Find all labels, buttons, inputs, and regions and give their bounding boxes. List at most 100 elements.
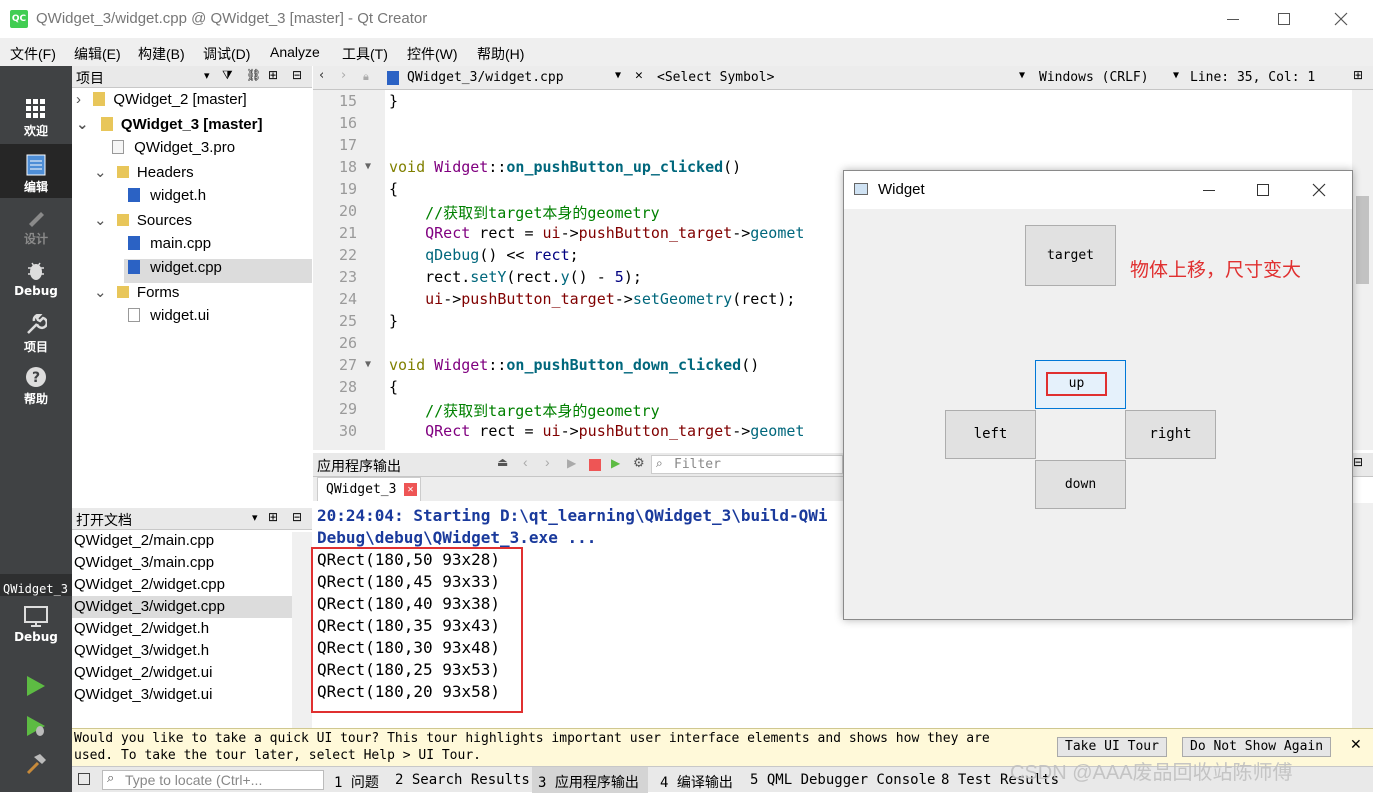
tree-item-main-cpp[interactable]: main.cpp	[128, 235, 211, 259]
close-tab-icon[interactable]: ✕	[404, 483, 417, 496]
menu-file[interactable]: 文件(F)	[10, 44, 56, 64]
settings-icon[interactable]: ⚙	[633, 455, 645, 471]
menu-edit[interactable]: 编辑(E)	[74, 44, 121, 64]
stop-icon[interactable]	[589, 459, 601, 471]
mode-design[interactable]: 设计	[0, 206, 72, 247]
kit-project-label[interactable]: QWidget_3	[3, 582, 68, 596]
folder-icon	[116, 214, 129, 226]
status-tab-app-output[interactable]: 3 应用程序输出	[538, 772, 639, 792]
take-tour-button[interactable]: Take UI Tour	[1057, 737, 1167, 757]
view-dropdown[interactable]: ▾	[252, 511, 258, 524]
open-doc-item[interactable]: QWidget_2/widget.cpp	[74, 576, 225, 598]
tree-item-label: widget.cpp	[150, 259, 222, 276]
open-doc-item[interactable]: QWidget_2/widget.h	[74, 620, 209, 642]
close-panel-icon[interactable]: ⊟	[1353, 455, 1363, 469]
mode-projects[interactable]: 项目	[0, 314, 72, 355]
tree-item-qwidget3[interactable]: ⌄ QWidget_3 [master]	[76, 115, 262, 139]
symbol-selector[interactable]: <Select Symbol>	[657, 70, 774, 85]
open-doc-item[interactable]: QWidget_3/widget.ui	[74, 686, 212, 708]
menu-help[interactable]: 帮助(H)	[477, 44, 524, 64]
next-icon[interactable]: ›	[545, 454, 550, 470]
scrollbar-thumb[interactable]	[1356, 196, 1369, 284]
prev-icon[interactable]: ‹	[523, 454, 528, 470]
target-button[interactable]: target	[1025, 225, 1116, 286]
up-button[interactable]: up	[1035, 360, 1126, 409]
locator-input[interactable]: ⌕ Type to locate (Ctrl+...	[102, 770, 324, 790]
svg-text:?: ?	[32, 370, 40, 386]
open-doc-item[interactable]: QWidget_2/main.cpp	[74, 532, 214, 554]
output-filter-input[interactable]: ⌕ Filter	[651, 455, 843, 474]
widget-maximize-button[interactable]	[1240, 171, 1286, 209]
kit-selector[interactable]: Debug	[0, 606, 72, 644]
cpp-file-icon	[128, 260, 140, 274]
mode-welcome[interactable]: 欢迎	[0, 98, 72, 139]
debug-run-button[interactable]	[24, 714, 48, 742]
back-icon[interactable]: ‹	[319, 68, 324, 83]
open-doc-item[interactable]: QWidget_3/widget.h	[74, 642, 209, 664]
file-dropdown-icon[interactable]: ▼	[615, 70, 621, 81]
status-tab-search-results[interactable]: 2 Search Results	[395, 772, 530, 788]
mode-debug[interactable]: Debug	[0, 260, 72, 298]
line-ending-dropdown-icon[interactable]: ▼	[1173, 70, 1179, 81]
close-panel-icon[interactable]: ⊟	[292, 68, 302, 82]
open-doc-item[interactable]: QWidget_3/main.cpp	[74, 554, 214, 576]
split-icon[interactable]: ⊞	[268, 68, 278, 82]
left-button[interactable]: left	[945, 410, 1036, 459]
build-button[interactable]	[24, 752, 48, 780]
menu-tools[interactable]: 工具(T)	[342, 44, 388, 64]
tree-item-widget-cpp[interactable]: widget.cpp	[128, 259, 222, 283]
down-button[interactable]: down	[1035, 460, 1126, 509]
close-file-icon[interactable]: ✕	[635, 68, 643, 83]
sidebar-toggle-icon[interactable]	[78, 773, 90, 785]
open-doc-item[interactable]: QWidget_2/widget.ui	[74, 664, 212, 686]
link-icon[interactable]: ⛓	[246, 68, 261, 82]
menu-build[interactable]: 构建(B)	[138, 44, 185, 64]
tree-item-sources[interactable]: ⌄ Sources	[94, 211, 192, 235]
open-docs-scrollbar[interactable]	[292, 532, 312, 728]
fold-marker-icon[interactable]: ▼	[365, 359, 371, 370]
debug-run-icon[interactable]: ▶	[611, 456, 620, 470]
minimize-button[interactable]	[1210, 0, 1256, 38]
cursor-position[interactable]: Line: 35, Col: 1	[1190, 70, 1315, 85]
symbol-dropdown-icon[interactable]: ▼	[1019, 70, 1025, 81]
open-doc-item-active[interactable]: QWidget_3/widget.cpp	[74, 598, 225, 620]
output-tab-qwidget3[interactable]: QWidget_3 ✕	[317, 477, 421, 501]
mode-help[interactable]: ? 帮助	[0, 366, 72, 407]
tree-item-widget-h[interactable]: widget.h	[128, 187, 206, 211]
run-button[interactable]	[24, 674, 48, 702]
right-button[interactable]: right	[1125, 410, 1216, 459]
mode-edit[interactable]: 编辑	[0, 154, 72, 195]
tree-item-widget-ui[interactable]: widget.ui	[128, 307, 209, 331]
lock-icon: 🔒︎	[363, 70, 369, 83]
filter-icon[interactable]: ⧩	[222, 68, 233, 83]
status-tab-compile-output[interactable]: 4 编译输出	[660, 772, 733, 792]
fold-marker-icon[interactable]: ▼	[365, 161, 371, 172]
line-ending-selector[interactable]: Windows (CRLF)	[1039, 70, 1149, 85]
menu-analyze[interactable]: Analyze	[270, 44, 320, 60]
widget-minimize-button[interactable]	[1186, 171, 1232, 209]
close-panel-icon[interactable]: ⊟	[292, 510, 302, 524]
close-tour-icon[interactable]: ✕	[1350, 737, 1362, 753]
run-icon[interactable]: ▶	[567, 456, 576, 470]
close-button[interactable]	[1318, 0, 1364, 38]
tree-item-headers[interactable]: ⌄ Headers	[94, 163, 194, 187]
view-dropdown[interactable]: ▾	[204, 69, 210, 82]
open-docs-header: 打开文档 ▾ ⊞ ⊟	[72, 508, 312, 530]
tree-item-qwidget2[interactable]: › QWidget_2 [master]	[76, 91, 247, 115]
output-scrollbar[interactable]	[1352, 503, 1373, 728]
menu-debug[interactable]: 调试(D)	[203, 44, 250, 64]
do-not-show-button[interactable]: Do Not Show Again	[1182, 737, 1332, 757]
tree-item-forms[interactable]: ⌄ Forms	[94, 283, 179, 307]
forward-icon[interactable]: ›	[341, 68, 346, 83]
current-file-selector[interactable]: QWidget_3/widget.cpp	[407, 70, 564, 85]
status-tab-qml-debugger[interactable]: 5 QML Debugger Console	[750, 772, 935, 788]
widget-close-button[interactable]	[1296, 171, 1342, 209]
split-icon[interactable]: ⊞	[268, 510, 278, 524]
menu-controls[interactable]: 控件(W)	[407, 44, 458, 64]
maximize-button[interactable]	[1262, 0, 1308, 38]
status-tab-issues[interactable]: 1 问题	[334, 772, 379, 792]
attach-icon[interactable]: ⏏	[497, 455, 508, 469]
split-icon[interactable]: ⊞	[1353, 68, 1363, 82]
editor-scrollbar[interactable]	[1352, 90, 1373, 450]
tree-item-pro-file[interactable]: QWidget_3.pro	[112, 139, 235, 163]
